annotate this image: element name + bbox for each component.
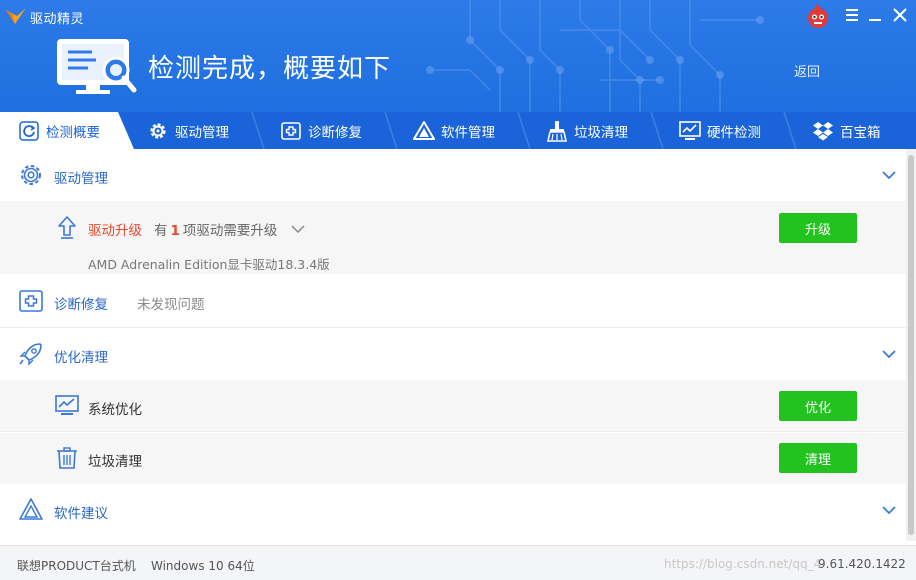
driver-upgrade-detail: AMD Adrenalin Edition显卡驱动18.3.4版 — [88, 257, 330, 272]
clean-button[interactable]: 清理 — [779, 443, 857, 473]
watermark: https://blog.csdn.net/qq_4 — [664, 557, 822, 571]
tab-diagnose-repair[interactable]: 诊断修复 — [280, 112, 362, 149]
tab-label: 软件管理 — [441, 124, 495, 141]
system-optimize-row: 系统优化 优化 — [0, 380, 906, 432]
list-item-label: 系统优化 — [88, 402, 142, 418]
dropbox-icon — [813, 121, 833, 140]
version-number: 9.61.420.1422 — [818, 557, 906, 571]
upgrade-suffix: 项驱动需要升级 — [182, 223, 278, 239]
broom-icon — [547, 120, 567, 142]
os-info: Windows 10 64位 — [151, 559, 255, 573]
close-icon[interactable] — [889, 4, 911, 26]
upgrade-count: 1 — [170, 223, 180, 239]
optimize-button[interactable]: 优化 — [779, 391, 857, 421]
app-logo — [6, 8, 26, 24]
trash-icon — [57, 447, 77, 469]
chevron-down-icon[interactable] — [290, 221, 306, 237]
refresh-icon — [19, 120, 39, 141]
tab-separator — [118, 112, 134, 149]
app-title: 驱动精灵 — [30, 12, 85, 27]
scrollbar-thumb[interactable] — [908, 155, 914, 535]
tab-label: 驱动管理 — [175, 124, 229, 141]
tab-junk-clean[interactable]: 垃圾清理 — [546, 112, 628, 149]
header: 驱动精灵 检测完成，概要如下 返回 — [0, 0, 916, 112]
tab-driver-manage[interactable]: 驱动管理 — [147, 112, 229, 149]
tab-hardware-check[interactable]: 硬件检测 — [679, 112, 761, 149]
section-label: 软件建议 — [54, 506, 108, 522]
scrollbar[interactable] — [906, 149, 916, 541]
section-diagnose-repair[interactable]: 诊断修复 未发现问题 — [0, 274, 906, 328]
tab-separator — [783, 112, 797, 149]
diagnose-status: 未发现问题 — [137, 297, 205, 313]
medical-cross-icon — [281, 121, 301, 140]
back-button[interactable]: 返回 — [794, 61, 820, 80]
driver-upgrade-label: 驱动升级 — [88, 223, 142, 239]
menu-icon[interactable] — [841, 4, 863, 26]
mascot-icon[interactable] — [805, 4, 831, 30]
monitor-chart-icon — [55, 395, 79, 415]
gear-icon — [150, 122, 166, 139]
tab-separator — [517, 112, 531, 149]
tab-label: 百宝箱 — [840, 124, 881, 141]
triangle-icon — [413, 120, 435, 140]
page-headline: 检测完成，概要如下 — [148, 54, 392, 84]
monitor-chart-icon — [679, 120, 701, 140]
minimize-icon[interactable] — [864, 4, 886, 26]
list-item-label: 垃圾清理 — [88, 454, 142, 470]
tab-separator — [384, 112, 398, 149]
section-optimize-clean[interactable]: 优化清理 — [0, 328, 906, 380]
section-label: 优化清理 — [54, 350, 108, 366]
section-software-suggest[interactable]: 软件建议 — [0, 484, 906, 536]
triangle-icon — [19, 498, 43, 520]
chevron-down-icon[interactable] — [881, 502, 897, 518]
scan-monitor-icon — [57, 39, 137, 94]
upgrade-prefix: 有 — [154, 223, 168, 239]
tab-label: 硬件检测 — [707, 124, 761, 141]
driver-upgrade-summary: 有 1 项驱动需要升级 — [154, 219, 277, 239]
content-panel: 驱动管理 驱动升级 有 1 项驱动需要升级 升级 AMD Adrenalin Edi… — [0, 149, 906, 541]
gear-icon — [21, 165, 41, 185]
tab-separator — [251, 112, 265, 149]
junk-clean-row: 垃圾清理 清理 — [0, 433, 906, 484]
status-bar: 联想PRODUCT台式机 Windows 10 64位 https://blog… — [0, 545, 916, 580]
chevron-down-icon[interactable] — [881, 167, 897, 183]
upload-arrow-icon — [58, 216, 76, 239]
tab-label: 垃圾清理 — [574, 124, 628, 141]
medical-cross-icon — [19, 290, 43, 312]
section-label: 驱动管理 — [54, 171, 108, 187]
driver-upgrade-row: 驱动升级 有 1 项驱动需要升级 升级 AMD Adrenalin Edition显… — [0, 201, 906, 274]
tab-separator — [650, 112, 664, 149]
tab-software-manage[interactable]: 软件管理 — [413, 112, 495, 149]
chevron-down-icon[interactable] — [881, 346, 897, 362]
tab-label: 诊断修复 — [308, 124, 362, 141]
pc-model: 联想PRODUCT台式机 — [17, 559, 136, 573]
tab-bar: 检测概要 驱动管理 诊断修复 软件管理 垃圾清理 硬件检测 百宝箱 — [0, 112, 916, 149]
tab-overview[interactable]: 检测概要 — [0, 112, 118, 149]
rocket-icon — [19, 343, 42, 366]
section-driver-manage[interactable]: 驱动管理 — [0, 149, 906, 201]
tab-label: 检测概要 — [46, 124, 100, 141]
tab-toolbox[interactable]: 百宝箱 — [812, 112, 881, 149]
upgrade-button[interactable]: 升级 — [779, 213, 857, 243]
section-label: 诊断修复 — [54, 297, 108, 313]
